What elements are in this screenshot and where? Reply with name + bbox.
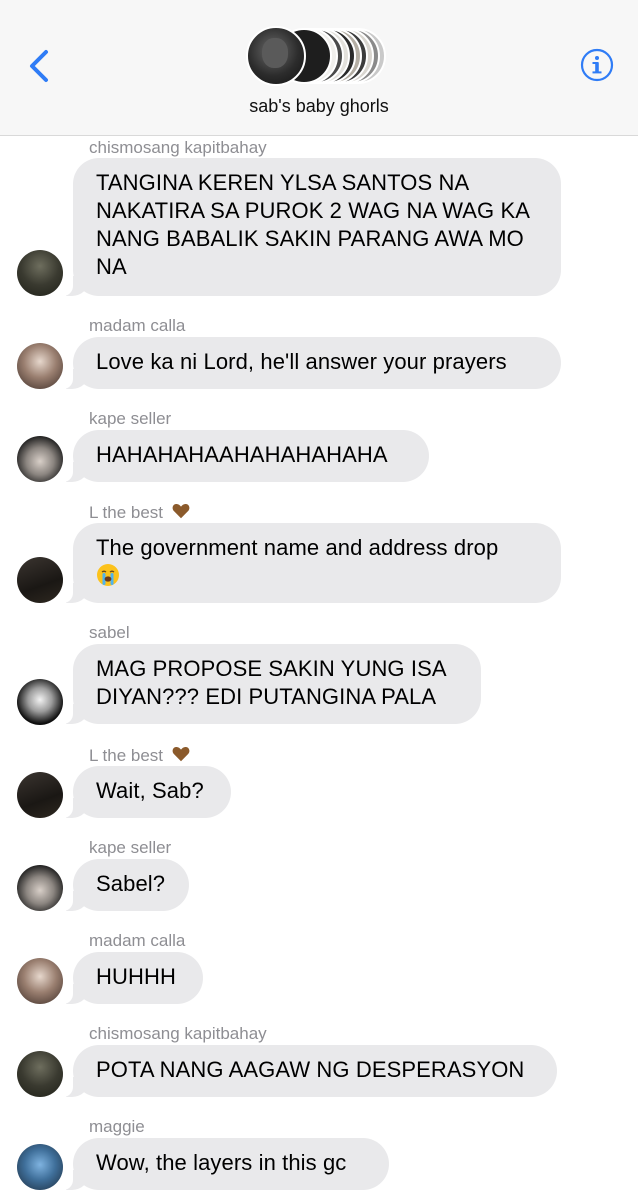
avatar-kape-seller[interactable] bbox=[17, 436, 63, 482]
message-text: Wait, Sab? bbox=[96, 778, 204, 803]
brown-heart-icon bbox=[172, 503, 190, 519]
message-text: POTA NANG AAGAW NG DESPERASYON bbox=[96, 1057, 525, 1082]
message-bubble[interactable]: TANGINA KEREN YLSA SANTOS NA NAKATIRA SA… bbox=[61, 158, 561, 296]
group-name[interactable]: sab's baby ghorls bbox=[0, 96, 638, 117]
message-bubble[interactable]: HAHAHAHAAHAHAHAHAHA bbox=[61, 430, 429, 482]
message-bubble[interactable]: The government name and address drop bbox=[61, 523, 561, 603]
avatar-sabel[interactable] bbox=[17, 679, 63, 725]
message-bubble[interactable]: HUHHH bbox=[61, 952, 203, 1004]
avatar-madam-calla[interactable] bbox=[17, 958, 63, 1004]
message-text: Sabel? bbox=[96, 871, 166, 896]
sender-name: sabel bbox=[89, 623, 130, 642]
message-bubble[interactable]: POTA NANG AAGAW NG DESPERASYON bbox=[61, 1045, 557, 1097]
avatar-maggie[interactable] bbox=[17, 1144, 63, 1190]
message-text: TANGINA KEREN YLSA SANTOS NA NAKATIRA SA… bbox=[96, 170, 536, 279]
avatar-madam-calla[interactable] bbox=[17, 343, 63, 389]
sender-name: maggie bbox=[89, 1117, 145, 1136]
sender-name: chismosang kapitbahay bbox=[89, 1024, 267, 1043]
message-text: Wow, the layers in this gc bbox=[96, 1150, 347, 1175]
message-text: Love ka ni Lord, he'll answer your praye… bbox=[96, 349, 507, 374]
message-bubble[interactable]: Wow, the layers in this gc bbox=[61, 1138, 389, 1190]
info-button[interactable] bbox=[580, 48, 614, 82]
back-button[interactable] bbox=[22, 46, 58, 86]
message-text: HAHAHAHAAHAHAHAHAHA bbox=[96, 442, 388, 467]
sender-name: madam calla bbox=[89, 931, 186, 950]
sender-name: chismosang kapitbahay bbox=[89, 138, 267, 157]
sender-name: kape seller bbox=[89, 838, 172, 857]
message-bubble[interactable]: MAG PROPOSE SAKIN YUNG ISA DIYAN??? EDI … bbox=[61, 644, 481, 724]
message-bubble[interactable]: Love ka ni Lord, he'll answer your praye… bbox=[61, 337, 561, 389]
avatar-l-the-best[interactable] bbox=[17, 557, 63, 603]
sender-name: madam calla bbox=[89, 316, 186, 335]
info-circle-icon bbox=[580, 48, 614, 82]
message-text: The government name and address drop bbox=[96, 535, 499, 560]
avatar-chismosang-kapitbahay[interactable] bbox=[17, 1051, 63, 1097]
avatar-chismosang-kapitbahay[interactable] bbox=[17, 250, 63, 296]
sender-name: L the best bbox=[89, 745, 190, 766]
avatar-kape-seller[interactable] bbox=[17, 865, 63, 911]
message-bubble[interactable]: Wait, Sab? bbox=[61, 766, 231, 818]
message-text: HUHHH bbox=[96, 964, 176, 989]
brown-heart-icon bbox=[172, 746, 190, 762]
loudly-crying-face-icon bbox=[97, 564, 119, 586]
avatar-l-the-best[interactable] bbox=[17, 772, 63, 818]
message-bubble[interactable]: Sabel? bbox=[61, 859, 189, 911]
message-text: MAG PROPOSE SAKIN YUNG ISA DIYAN??? EDI … bbox=[96, 656, 452, 709]
sender-name: L the best bbox=[89, 502, 190, 523]
sender-name: kape seller bbox=[89, 409, 172, 428]
group-avatar-stack[interactable] bbox=[246, 26, 396, 86]
sender-name-text: L the best bbox=[89, 746, 164, 765]
conversation-header: sab's baby ghorls bbox=[0, 0, 638, 136]
sender-name-text: L the best bbox=[89, 503, 164, 522]
group-main-avatar bbox=[246, 26, 306, 86]
chevron-left-icon bbox=[30, 50, 48, 82]
